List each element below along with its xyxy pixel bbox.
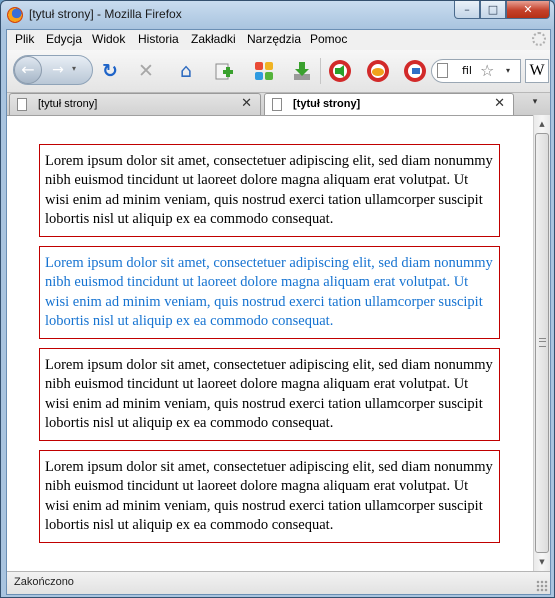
close-tab-icon[interactable]: ✕: [494, 96, 505, 111]
download-icon[interactable]: [290, 59, 314, 83]
menu-historia[interactable]: Historia: [138, 32, 179, 46]
history-dropdown-icon[interactable]: ▾: [72, 64, 76, 73]
grip-icon: [539, 338, 546, 347]
radio-icon[interactable]: [328, 59, 352, 83]
client-area: Plik Edycja Widok Historia Zakładki Narz…: [6, 29, 551, 595]
page-content: Lorem ipsum dolor sit amet, consectetuer…: [7, 115, 533, 572]
paragraph-box: Lorem ipsum dolor sit amet, consectetuer…: [39, 450, 500, 543]
tab-2-active[interactable]: [tytuł strony] ✕: [264, 93, 514, 116]
page-icon: [437, 63, 448, 78]
menu-edycja[interactable]: Edycja: [46, 32, 82, 46]
window-title: [tytuł strony] - Mozilla Firefox: [29, 7, 182, 21]
close-window-button[interactable]: ✕: [506, 1, 550, 19]
url-dropdown-icon[interactable]: ▾: [506, 66, 510, 75]
reload-icon[interactable]: ↻: [98, 59, 122, 83]
home-icon[interactable]: ⌂: [174, 59, 198, 83]
firefox-logo-icon: [7, 7, 23, 23]
status-bar: Zakończono: [7, 571, 550, 594]
search-engine-button[interactable]: W: [525, 59, 549, 83]
title-bar[interactable]: [tytuł strony] - Mozilla Firefox – □ ✕: [1, 1, 554, 29]
throbber-icon: [532, 32, 546, 46]
menu-zakladki[interactable]: Zakładki: [191, 32, 236, 46]
tab-1[interactable]: [tytuł strony] ✕: [9, 93, 261, 115]
scroll-down-arrow-icon[interactable]: ▼: [535, 554, 549, 570]
bookmark-add-icon[interactable]: [212, 59, 236, 83]
star-icon[interactable]: ☆: [480, 61, 494, 80]
menu-widok[interactable]: Widok: [92, 32, 125, 46]
scrollbar-thumb[interactable]: [535, 133, 549, 553]
url-input[interactable]: fil: [462, 64, 472, 77]
browser-window: [tytuł strony] - Mozilla Firefox – □ ✕ P…: [0, 0, 555, 598]
tab-label: [tytuł strony]: [38, 98, 98, 110]
status-text: Zakończono: [14, 576, 74, 588]
paragraph-box: Lorem ipsum dolor sit amet, consectetuer…: [39, 348, 500, 441]
hand-icon[interactable]: [366, 59, 390, 83]
page-icon: [17, 98, 27, 111]
grid-icon[interactable]: [252, 59, 276, 83]
url-bar[interactable]: fil ☆ ▾: [431, 59, 521, 83]
list-all-tabs-button[interactable]: ▾: [526, 97, 544, 111]
back-button[interactable]: ←: [14, 56, 42, 84]
menu-pomoc[interactable]: Pomoc: [310, 32, 347, 46]
forward-button[interactable]: →: [48, 60, 68, 80]
minimize-button[interactable]: –: [454, 1, 480, 19]
lifebuoy-icon[interactable]: [403, 59, 427, 83]
vertical-scrollbar[interactable]: ▲ ▼: [533, 115, 550, 571]
paragraph-box-highlighted: Lorem ipsum dolor sit amet, consectetuer…: [39, 246, 500, 339]
resize-grip-icon[interactable]: [536, 580, 548, 592]
maximize-button[interactable]: □: [480, 1, 506, 19]
tab-strip: [tytuł strony] ✕ [tytuł strony] ✕ ▾: [7, 92, 550, 116]
navigation-toolbar: ← → ▾ ↻ ✕ ⌂ fil ☆ ▾ W: [7, 50, 550, 92]
close-tab-icon[interactable]: ✕: [241, 96, 252, 111]
menu-bar: Plik Edycja Widok Historia Zakładki Narz…: [7, 30, 550, 50]
paragraph-box: Lorem ipsum dolor sit amet, consectetuer…: [39, 144, 500, 237]
stop-icon[interactable]: ✕: [134, 59, 158, 83]
toolbar-separator: [320, 58, 321, 84]
page-icon: [272, 98, 282, 111]
tab-label: [tytuł strony]: [293, 98, 361, 110]
menu-narzedzia[interactable]: Narzędzia: [247, 32, 301, 46]
back-forward-group: ← → ▾: [13, 55, 93, 85]
menu-plik[interactable]: Plik: [15, 32, 34, 46]
scroll-up-arrow-icon[interactable]: ▲: [535, 116, 549, 132]
window-controls: – □ ✕: [454, 1, 550, 20]
